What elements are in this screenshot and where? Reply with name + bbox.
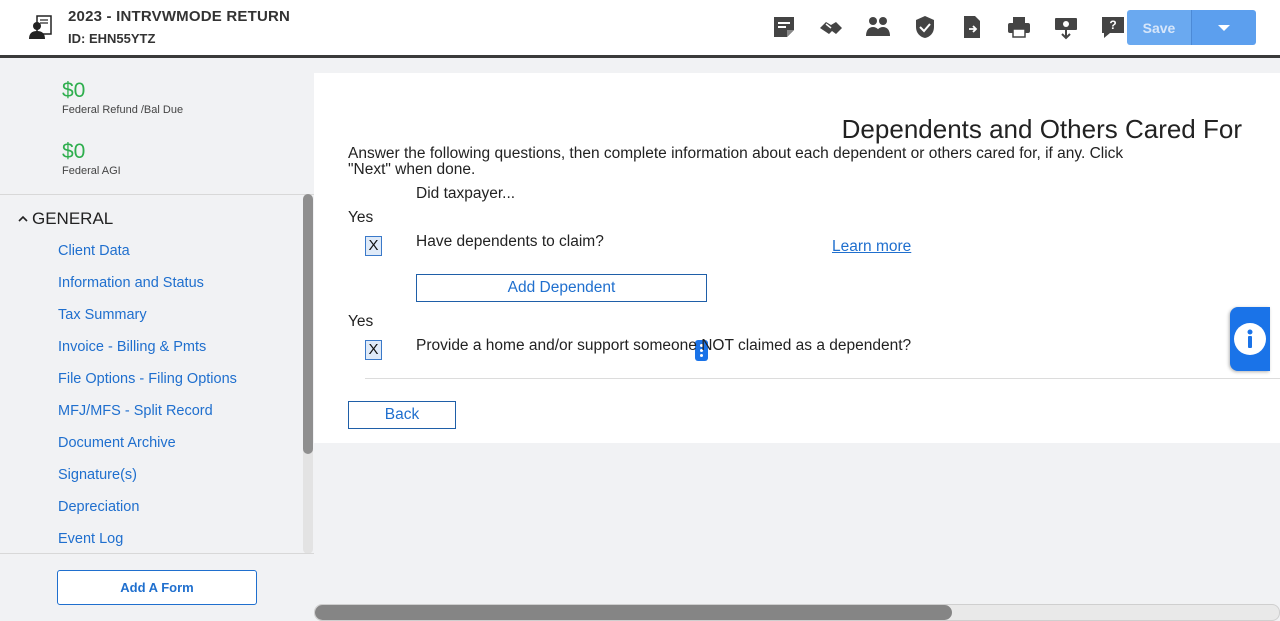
federal-agi-label: Federal AGI	[62, 165, 121, 177]
federal-refund-value: $0	[62, 79, 86, 102]
federal-agi-value: $0	[62, 140, 86, 163]
learn-more-link[interactable]: Learn more	[832, 238, 911, 256]
question-support-others: Provide a home and/or support someone NO…	[416, 337, 912, 354]
person-document-icon	[29, 15, 52, 39]
sidebar: $0 Federal Refund /Bal Due $0 Federal AG…	[0, 61, 314, 621]
federal-refund-label: Federal Refund /Bal Due	[62, 104, 184, 116]
section-divider	[365, 378, 1280, 379]
notes-icon[interactable]	[760, 11, 807, 43]
sidebar-nav: Client Data Information and Status Tax S…	[58, 241, 237, 561]
question-have-dependents: Have dependents to claim?	[416, 233, 604, 250]
sidebar-item-signatures[interactable]: Signature(s)	[58, 465, 237, 497]
support-others-checkbox[interactable]: X	[365, 340, 382, 360]
section-general-toggle[interactable]: GENERAL	[18, 209, 113, 229]
add-form-button[interactable]: Add A Form	[57, 570, 257, 605]
save-dropdown-button[interactable]	[1191, 10, 1256, 45]
sidebar-scrollbar-thumb[interactable]	[303, 194, 313, 454]
svg-text:?: ?	[1109, 18, 1116, 32]
save-button[interactable]: Save	[1127, 10, 1191, 45]
dependents-checkbox[interactable]: X	[365, 236, 382, 256]
return-title: 2023 - INTRVWMODE RETURN	[68, 8, 291, 25]
section-general-title: GENERAL	[32, 209, 114, 228]
people-icon[interactable]	[854, 11, 901, 43]
shield-check-icon[interactable]	[901, 11, 948, 43]
sidebar-item-event-log[interactable]: Event Log	[58, 529, 237, 561]
app-header: 2023 - INTRVWMODE RETURN ID: EHN55YTZ ? …	[0, 0, 1280, 58]
money-download-icon[interactable]	[1042, 11, 1089, 43]
sidebar-item-client-data[interactable]: Client Data	[58, 241, 237, 273]
document-export-icon[interactable]	[948, 11, 995, 43]
printer-icon[interactable]	[995, 11, 1042, 43]
info-icon	[1234, 323, 1266, 355]
instructions-text: Answer the following questions, then com…	[348, 145, 1124, 178]
horizontal-scrollbar-thumb[interactable]	[315, 605, 952, 620]
chevron-down-icon	[1218, 24, 1230, 31]
add-dependent-button[interactable]: Add Dependent	[416, 274, 707, 302]
sidebar-item-tax-summary[interactable]: Tax Summary	[58, 305, 237, 337]
yes-column-header: Yes	[348, 209, 374, 226]
sidebar-divider	[0, 194, 314, 195]
sidebar-item-mfj-mfs-split[interactable]: MFJ/MFS - Split Record	[58, 401, 237, 433]
return-id: ID: EHN55YTZ	[68, 31, 156, 46]
back-button[interactable]: Back	[348, 401, 456, 429]
sidebar-bottom-divider	[0, 553, 314, 554]
sidebar-item-information-status[interactable]: Information and Status	[58, 273, 237, 305]
info-tab[interactable]	[1230, 307, 1270, 371]
toolbar: ?	[760, 11, 1136, 43]
sidebar-item-document-archive[interactable]: Document Archive	[58, 433, 237, 465]
chevron-up-icon	[18, 215, 28, 222]
sidebar-item-file-options[interactable]: File Options - Filing Options	[58, 369, 237, 401]
did-taxpayer-label: Did taxpayer...	[416, 185, 516, 202]
main-panel: Dependents and Others Cared For Answer t…	[314, 73, 1280, 443]
page-title: Dependents and Others Cared For	[841, 114, 1242, 144]
sidebar-item-depreciation[interactable]: Depreciation	[58, 497, 237, 529]
yes-column-header-2: Yes	[348, 313, 374, 330]
handshake-icon[interactable]	[807, 11, 854, 43]
save-button-group: Save	[1127, 10, 1256, 45]
sidebar-item-invoice-billing[interactable]: Invoice - Billing & Pmts	[58, 337, 237, 369]
